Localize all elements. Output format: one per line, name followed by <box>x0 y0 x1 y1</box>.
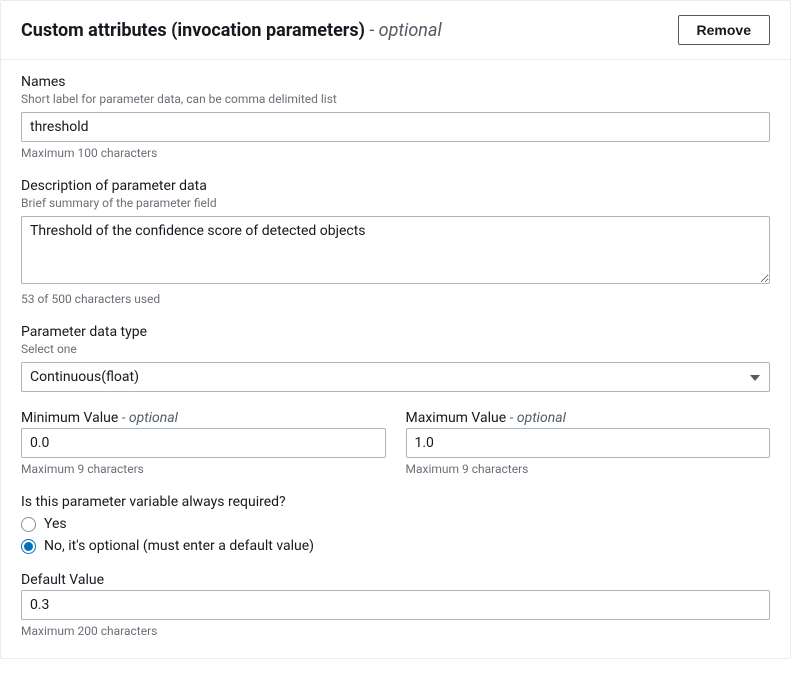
default-value-label: Default Value <box>21 572 770 588</box>
max-value-field: Maximum Value - optional Maximum 9 chara… <box>406 410 771 476</box>
min-value-optional: - optional <box>118 410 178 426</box>
description-constraint: 53 of 500 characters used <box>21 292 770 306</box>
max-value-constraint: Maximum 9 characters <box>406 462 771 476</box>
panel-title-text: Custom attributes (invocation parameters… <box>21 20 365 41</box>
names-field: Names Short label for parameter data, ca… <box>21 74 770 160</box>
description-label: Description of parameter data <box>21 178 770 194</box>
required-radio-no[interactable]: No, it's optional (must enter a default … <box>21 538 770 554</box>
required-yes-label: Yes <box>44 516 67 532</box>
data-type-select[interactable]: Continuous(float) <box>21 362 770 392</box>
custom-attributes-panel: Custom attributes (invocation parameters… <box>0 0 791 659</box>
required-no-label: No, it's optional (must enter a default … <box>44 538 314 554</box>
max-value-label: Maximum Value - optional <box>406 410 771 426</box>
required-field: Is this parameter variable always requir… <box>21 494 770 554</box>
required-question: Is this parameter variable always requir… <box>21 494 770 510</box>
description-field: Description of parameter data Brief summ… <box>21 178 770 306</box>
min-value-field: Minimum Value - optional Maximum 9 chara… <box>21 410 386 476</box>
names-hint: Short label for parameter data, can be c… <box>21 92 770 106</box>
names-label: Names <box>21 74 770 90</box>
panel-title-optional: - optional <box>365 20 442 41</box>
data-type-field: Parameter data type Select one Continuou… <box>21 324 770 392</box>
remove-button[interactable]: Remove <box>678 15 770 45</box>
max-value-optional: - optional <box>506 410 566 426</box>
max-value-label-text: Maximum Value <box>406 410 507 426</box>
data-type-label: Parameter data type <box>21 324 770 340</box>
panel-body: Names Short label for parameter data, ca… <box>1 60 790 658</box>
min-max-row: Minimum Value - optional Maximum 9 chara… <box>21 410 770 494</box>
default-value-constraint: Maximum 200 characters <box>21 624 770 638</box>
radio-icon <box>21 517 36 532</box>
data-type-hint: Select one <box>21 342 770 356</box>
description-hint: Brief summary of the parameter field <box>21 196 770 210</box>
min-value-label-text: Minimum Value <box>21 410 118 426</box>
radio-icon <box>21 539 36 554</box>
panel-header: Custom attributes (invocation parameters… <box>1 1 790 60</box>
default-value-input[interactable] <box>21 590 770 620</box>
required-radio-group: Yes No, it's optional (must enter a defa… <box>21 516 770 554</box>
min-value-input[interactable] <box>21 428 386 458</box>
min-value-constraint: Maximum 9 characters <box>21 462 386 476</box>
panel-title: Custom attributes (invocation parameters… <box>21 20 442 41</box>
description-input[interactable] <box>21 216 770 284</box>
data-type-select-wrap: Continuous(float) <box>21 362 770 392</box>
min-value-label: Minimum Value - optional <box>21 410 386 426</box>
default-value-field: Default Value Maximum 200 characters <box>21 572 770 638</box>
names-constraint: Maximum 100 characters <box>21 146 770 160</box>
max-value-input[interactable] <box>406 428 771 458</box>
names-input[interactable] <box>21 112 770 142</box>
required-radio-yes[interactable]: Yes <box>21 516 770 532</box>
